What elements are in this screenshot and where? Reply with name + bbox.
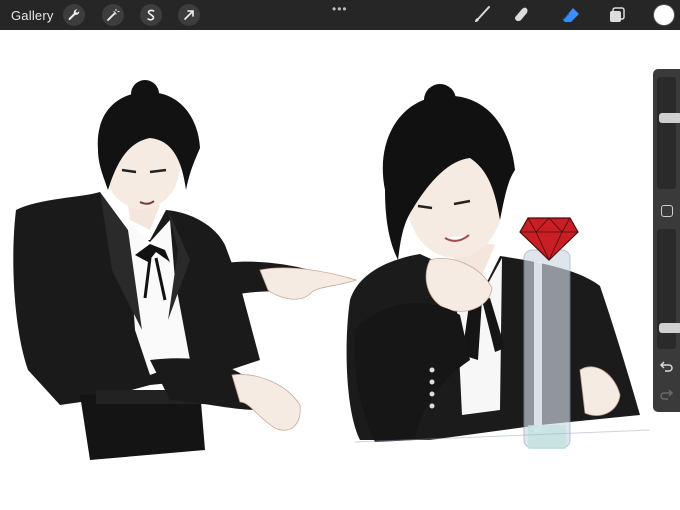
gallery-button[interactable]: Gallery [11,8,54,23]
color-swatch-button[interactable] [654,5,674,25]
selection-button[interactable] [140,4,162,26]
drawing-canvas[interactable] [0,30,680,510]
opacity-thumb[interactable] [659,322,680,333]
magic-wand-icon [107,9,120,21]
brush-sidebar [653,69,680,412]
left-character-figure [13,80,358,460]
eraser-icon [562,8,579,22]
top-toolbar: Gallery ••• [0,0,680,30]
wrench-icon [68,9,80,20]
adjustments-button[interactable] [102,4,124,26]
layers-button[interactable] [605,3,629,27]
opacity-slider[interactable] [657,229,680,349]
eraser-tool-button[interactable] [559,3,583,27]
artwork-illustration [13,80,651,460]
more-dots-button[interactable]: ••• [332,2,348,16]
layers-icon [610,7,625,22]
smudge-finger-icon [515,7,528,22]
actions-button[interactable] [63,4,85,26]
redo-arrow-icon[interactable] [659,387,674,402]
arrow-cursor-icon [184,10,194,20]
brush-icon [475,6,490,22]
brush-size-slider[interactable] [657,77,680,189]
undo-arrow-icon[interactable] [659,359,674,374]
modifier-square-icon[interactable] [661,205,673,217]
smudge-tool-button[interactable] [510,3,534,27]
brush-size-thumb[interactable] [659,112,680,123]
selection-s-icon [147,9,155,21]
transform-button[interactable] [178,4,200,26]
right-character-figure [346,84,651,449]
brush-tool-button[interactable] [470,3,494,27]
